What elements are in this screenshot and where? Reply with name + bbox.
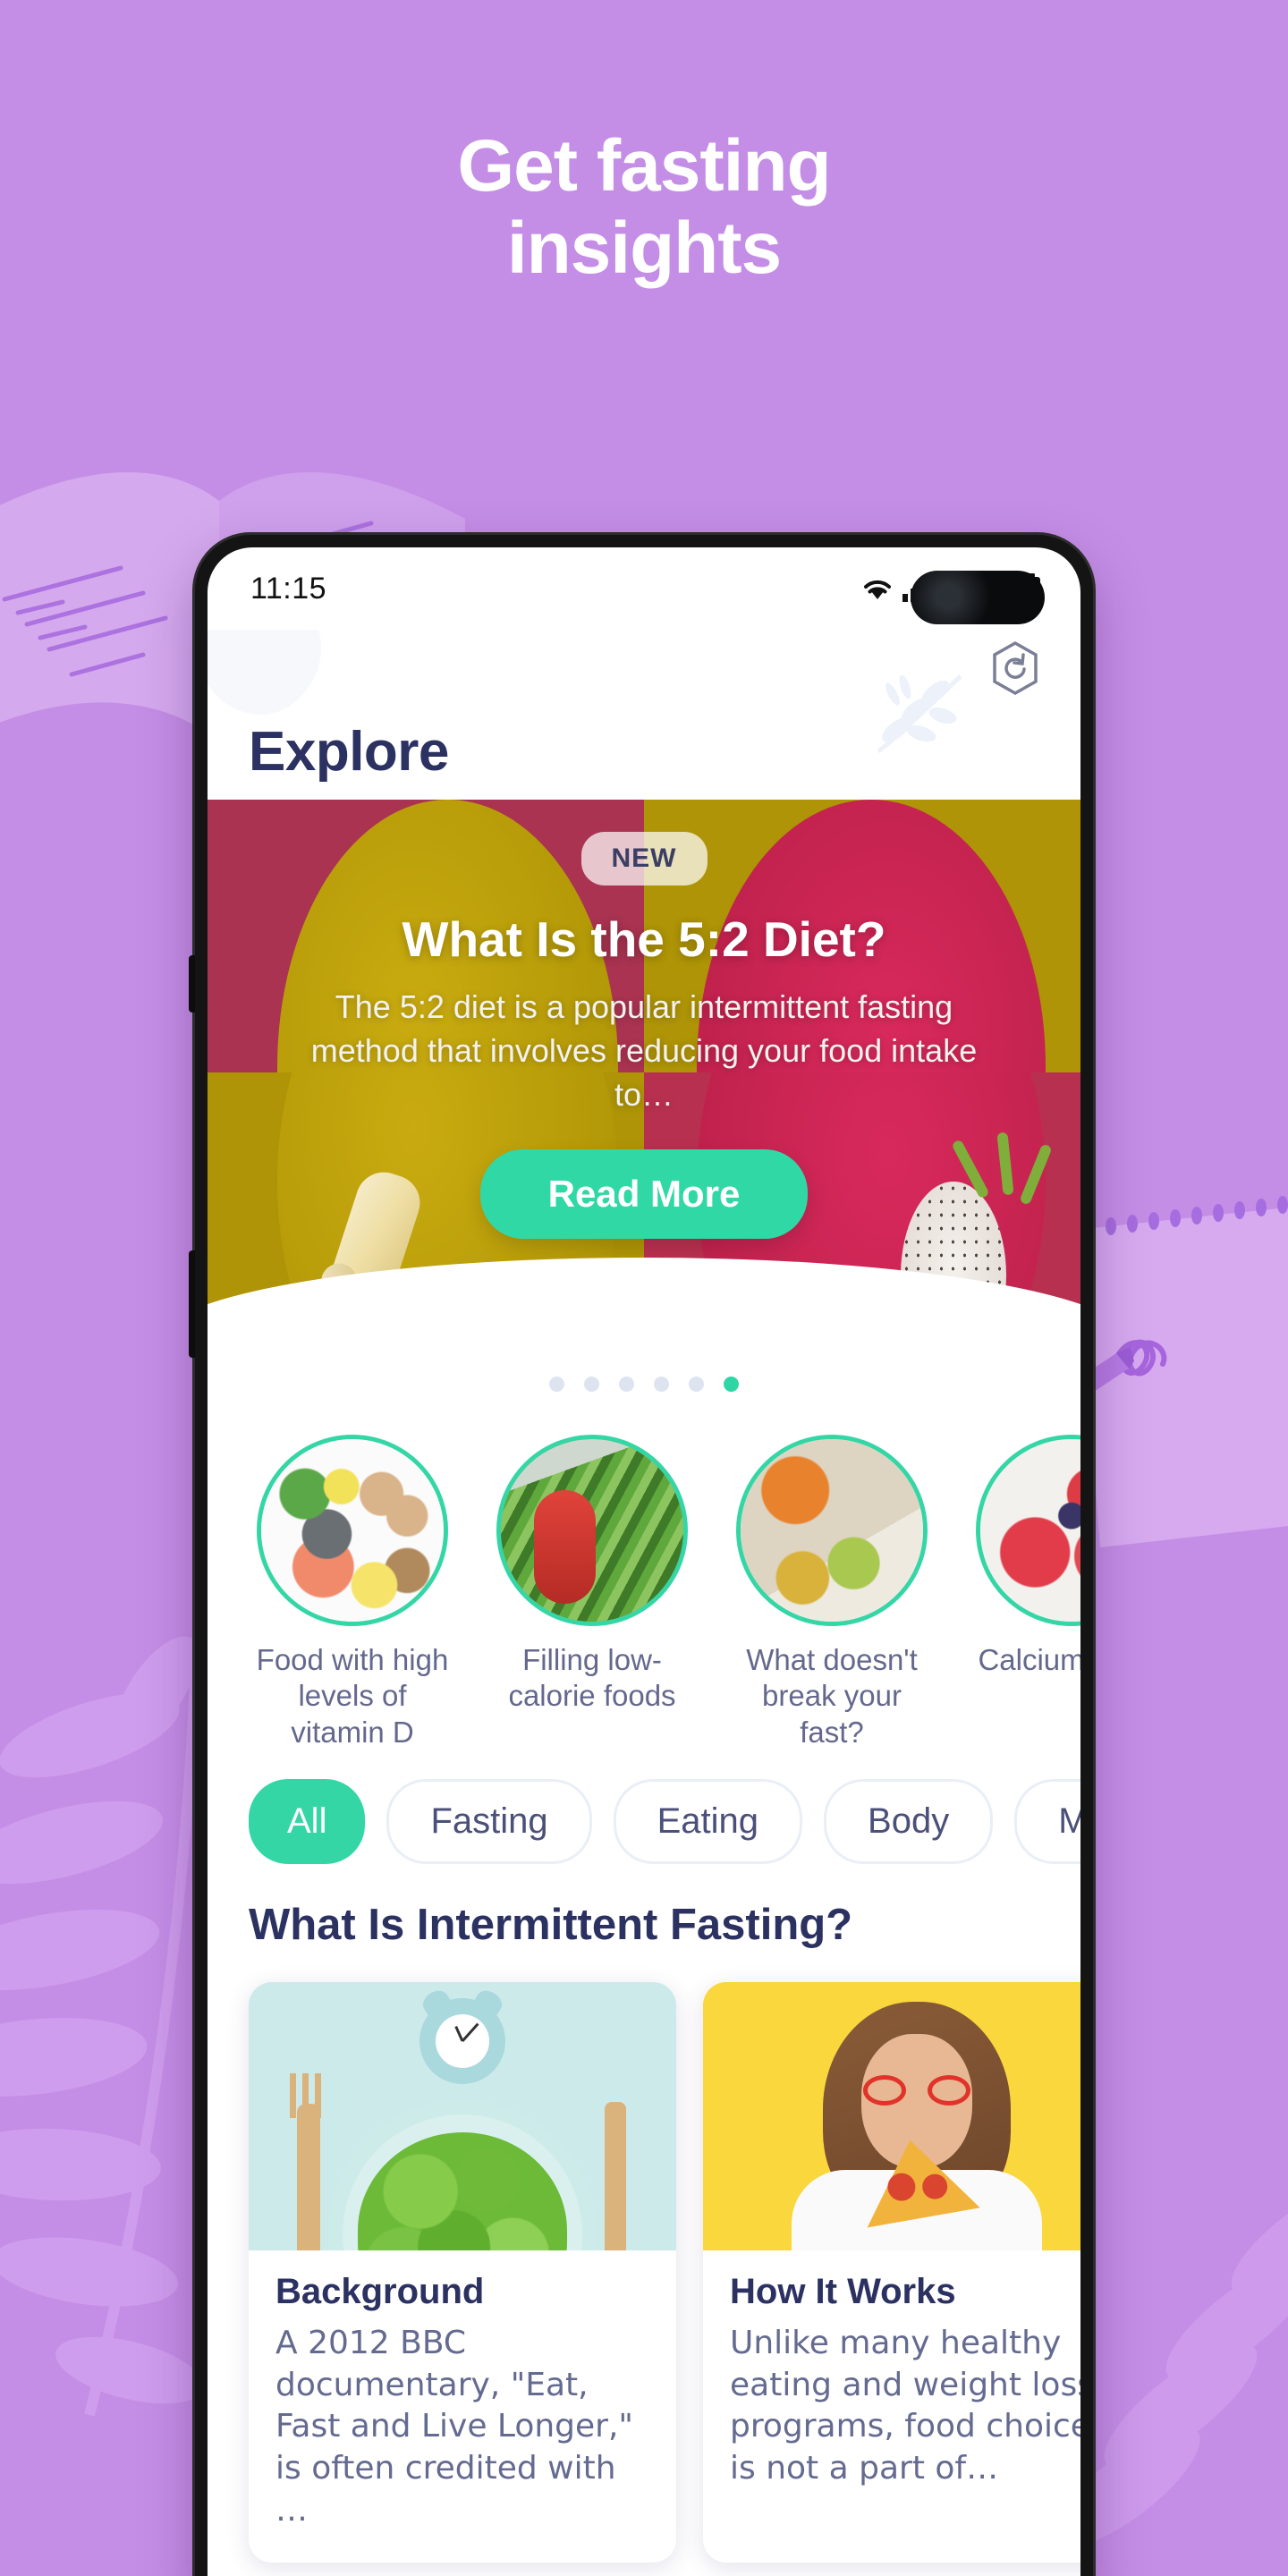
phone-side-button-top <box>189 955 195 1013</box>
alarm-clock-icon <box>419 1986 506 2084</box>
category-circle-image <box>496 1435 688 1626</box>
category-circle-item[interactable]: Calcium foods <box>968 1435 1080 1750</box>
category-circles-row[interactable]: Food with high levels of vitamin D Filli… <box>208 1422 1080 1754</box>
article-cards-row[interactable]: Background A 2012 BBC documentary, "Eat,… <box>208 1965 1080 2563</box>
app-header: Explore <box>208 630 1080 800</box>
headline-line-1: Get fasting <box>457 125 831 207</box>
category-circle-item[interactable]: What doesn't break your fast? <box>728 1435 936 1750</box>
category-circle-image <box>257 1435 448 1626</box>
category-circle-image <box>976 1435 1080 1626</box>
article-card[interactable]: How It Works Unlike many healthy eating … <box>703 1981 1080 2563</box>
headline-line-2: insights <box>506 207 782 289</box>
chip-all[interactable]: All <box>249 1778 366 1864</box>
category-circle-label: Calcium foods <box>978 1643 1080 1676</box>
carousel-dot[interactable] <box>689 1376 704 1392</box>
promo-headline: Get fasting insights <box>0 125 1288 290</box>
category-circle-label: Food with high levels of vitamin D <box>256 1643 449 1749</box>
wifi-icon <box>863 580 891 599</box>
carousel-pagination-dots[interactable] <box>208 1345 1080 1422</box>
page-title: Explore <box>249 721 449 783</box>
carousel-dot[interactable] <box>584 1376 599 1392</box>
category-circle-label: Filling low-calorie foods <box>508 1643 676 1713</box>
read-more-button[interactable]: Read More <box>479 1148 809 1239</box>
carousel-dot-active[interactable] <box>724 1376 739 1392</box>
phone-screen: 11:15 100% <box>208 547 1080 2576</box>
chip-fasting[interactable]: Fasting <box>386 1778 592 1864</box>
front-camera-punch-hole <box>911 571 1045 624</box>
phone-side-button-bottom <box>189 1250 195 1358</box>
carousel-dot[interactable] <box>549 1376 564 1392</box>
article-card-excerpt: Unlike many healthy eating and weight lo… <box>730 2324 1080 2487</box>
chip-eating[interactable]: Eating <box>613 1778 803 1864</box>
category-circle-label: What doesn't break your fast? <box>746 1643 918 1749</box>
status-clock: 11:15 <box>250 571 327 606</box>
hero-description: The 5:2 diet is a popular intermittent f… <box>310 988 978 1113</box>
hero-new-badge: NEW <box>580 832 708 886</box>
phone-mockup: 11:15 100% <box>189 535 1093 2576</box>
hero-title: What Is the 5:2 Diet? <box>402 911 886 967</box>
article-card-excerpt: A 2012 BBC documentary, "Eat, Fast and L… <box>275 2324 633 2529</box>
notepad-pencil-illustration <box>1073 1196 1288 1547</box>
article-card-image <box>703 1981 1080 2250</box>
category-circle-image <box>736 1435 928 1626</box>
category-filter-chips[interactable]: All Fasting Eating Body Mood <box>208 1753 1080 1873</box>
carousel-dot[interactable] <box>654 1376 669 1392</box>
article-card[interactable]: Background A 2012 BBC documentary, "Eat,… <box>249 1981 676 2563</box>
carousel-dot[interactable] <box>619 1376 634 1392</box>
article-card-title: Background <box>275 2271 485 2311</box>
article-card-title: How It Works <box>730 2271 956 2311</box>
chip-mood[interactable]: Mood <box>1014 1778 1080 1864</box>
decorative-branch-icon <box>877 674 962 753</box>
chip-body[interactable]: Body <box>824 1778 994 1864</box>
category-circle-item[interactable]: Food with high levels of vitamin D <box>249 1435 456 1750</box>
article-card-image <box>249 1981 676 2250</box>
section-heading: What Is Intermittent Fasting? <box>208 1872 1080 1966</box>
sync-refresh-icon[interactable] <box>987 640 1043 696</box>
category-circle-item[interactable]: Filling low-calorie foods <box>488 1435 696 1750</box>
hero-carousel-slide[interactable]: NEW What Is the 5:2 Diet? The 5:2 diet i… <box>208 800 1080 1345</box>
eyeglasses-icon <box>861 2074 972 2106</box>
status-bar: 11:15 100% <box>208 547 1080 630</box>
